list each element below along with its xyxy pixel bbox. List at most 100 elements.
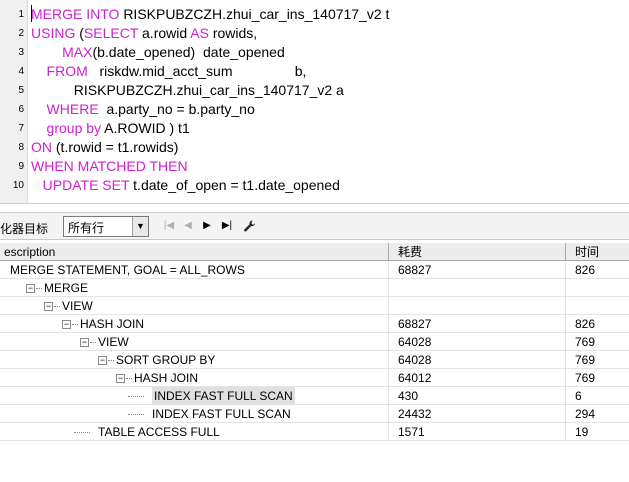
sql-keyword: AS [190,25,213,41]
sql-text: riskdw.mid_acct_sum b, [95,63,307,79]
sql-text: (t.rowid = t1.rowids) [55,139,179,155]
next-record-icon[interactable]: ▶ [200,219,214,233]
column-header-time[interactable]: 时间 [566,243,629,261]
sql-keyword: WHEN MATCHED THEN [31,158,188,174]
column-header-operation[interactable]: escription [0,243,389,261]
operation-cell: INDEX FAST FULL SCAN [0,387,389,405]
sql-text: A.ROWID ) t1 [104,120,190,136]
table-row[interactable]: − HASH JOIN 68827 826 [0,315,629,333]
tree-connector [74,432,90,433]
operation-cell: MERGE STATEMENT, GOAL = ALL_ROWS [0,261,389,279]
sql-keyword: UPDATE SET [31,177,134,193]
line-number: 2 [18,28,24,39]
last-record-icon[interactable]: ▶| [220,219,234,233]
cost-cell [389,297,566,315]
table-row[interactable]: − HASH JOIN 64012 769 [0,369,629,387]
time-cell [566,297,629,315]
sql-keyword: MERGE INTO [31,6,124,22]
tree-connector [108,360,114,361]
optimizer-goal-label: 化器目标 [0,222,49,236]
table-row[interactable]: MERGE STATEMENT, GOAL = ALL_ROWS 68827 826 [0,261,629,279]
operation-label: MERGE STATEMENT, GOAL = ALL_ROWS [10,263,245,277]
operation-cell: TABLE ACCESS FULL [0,423,389,441]
code-line[interactable]: MAX(b.date_opened) date_opened [31,43,285,62]
operation-label: MERGE [44,281,89,295]
cost-cell: 24432 [389,405,566,423]
operation-label: HASH JOIN [134,371,199,385]
cost-cell: 64028 [389,333,566,351]
operation-label: HASH JOIN [80,317,145,331]
sql-keyword: ON [31,139,56,155]
time-cell: 826 [575,317,596,331]
sql-keyword: group by [31,120,105,136]
collapse-icon[interactable]: − [44,302,53,311]
line-number: 7 [18,123,24,134]
collapse-icon[interactable]: − [116,374,125,383]
wrench-icon[interactable] [243,219,257,233]
code-line[interactable]: USING (SELECT a.rowid AS rowids, [31,24,257,43]
table-row[interactable]: TABLE ACCESS FULL 1571 19 [0,423,629,441]
column-header-cost[interactable]: 耗费 [389,243,566,261]
text-cursor [31,5,34,22]
table-row[interactable]: − VIEW [0,297,629,315]
operation-label: SORT GROUP BY [116,353,216,367]
table-row[interactable]: INDEX FAST FULL SCAN 430 6 [0,387,629,405]
operation-label: TABLE ACCESS FULL [98,425,220,439]
cost-cell: 1571 [389,423,566,441]
sql-keyword: FROM [31,63,96,79]
optimizer-goal-select[interactable]: 所有行 ▼ [63,216,149,237]
collapse-icon[interactable]: − [98,356,107,365]
collapse-icon[interactable]: − [62,320,71,329]
operation-cell: − VIEW [0,333,389,351]
code-line[interactable]: group by A.ROWID ) t1 [31,119,190,138]
tree-connector [128,414,144,415]
sql-editor[interactable]: 1 2 3 4 5 6 7 8 9 10 MERGE INTO RISKPUBZCZH.zhui_… [0,0,629,204]
grid-header: escription 耗费 时间 [0,243,629,261]
line-number: 5 [18,85,24,96]
tree-connector [36,288,42,289]
first-record-icon[interactable]: |◀ [162,219,176,233]
operation-cell: − MERGE [0,279,389,297]
table-row[interactable]: − VIEW 64028 769 [0,333,629,351]
time-cell: 826 [575,263,596,277]
table-row[interactable]: INDEX FAST FULL SCAN 24432 294 [0,405,629,423]
sql-keyword: USING [31,25,80,41]
sql-keyword: SELECT [83,25,143,41]
cost-cell [389,279,566,297]
collapse-icon[interactable]: − [26,284,35,293]
code-line[interactable]: UPDATE SET t.date_of_open = t1.date_open… [31,176,340,195]
operation-cell: − HASH JOIN [0,315,389,333]
sql-keyword: MAX [31,44,93,60]
operation-cell: − HASH JOIN [0,369,389,387]
line-number: 9 [18,161,24,172]
code-line[interactable]: ON (t.rowid = t1.rowids) [31,138,178,157]
code-line[interactable]: WHERE a.party_no = b.party_no [31,100,255,119]
table-row[interactable]: − MERGE [0,279,629,297]
operation-cell: − SORT GROUP BY [0,351,389,369]
time-cell [566,279,629,297]
line-number: 6 [18,104,24,115]
operation-label: INDEX FAST FULL SCAN [152,407,291,421]
optimizer-goal-value: 所有行 [68,221,105,235]
sql-text: RISKPUBZCZH.zhui_car_ins_140717_v2 t [123,6,390,22]
code-line[interactable]: FROM riskdw.mid_acct_sum b, [31,62,307,81]
code-line[interactable]: WHEN MATCHED THEN [31,157,188,176]
sql-text: RISKPUBZCZH.zhui_car_ins_140717_v2 a [31,82,344,98]
code-line[interactable]: RISKPUBZCZH.zhui_car_ins_140717_v2 a [31,81,344,100]
cost-cell: 68827 [389,315,566,333]
tree-connector [72,324,78,325]
collapse-icon[interactable]: − [80,338,89,347]
operation-label: VIEW [98,335,129,349]
cost-cell: 64012 [389,369,566,387]
chevron-down-icon[interactable]: ▼ [132,217,148,236]
cost-cell: 64028 [389,351,566,369]
previous-record-icon[interactable]: ◀ [181,219,195,233]
sql-text: (b.date_opened) date_opened [92,44,285,60]
code-line[interactable]: MERGE INTO RISKPUBZCZH.zhui_car_ins_1407… [31,5,389,24]
operation-cell: INDEX FAST FULL SCAN [0,405,389,423]
sql-text: rowids, [212,25,258,41]
line-number: 10 [12,180,24,191]
execution-plan-grid[interactable]: escription 耗费 时间 MERGE STATEMENT, GOAL =… [0,243,629,482]
line-number: 1 [18,9,24,20]
table-row[interactable]: − SORT GROUP BY 64028 769 [0,351,629,369]
